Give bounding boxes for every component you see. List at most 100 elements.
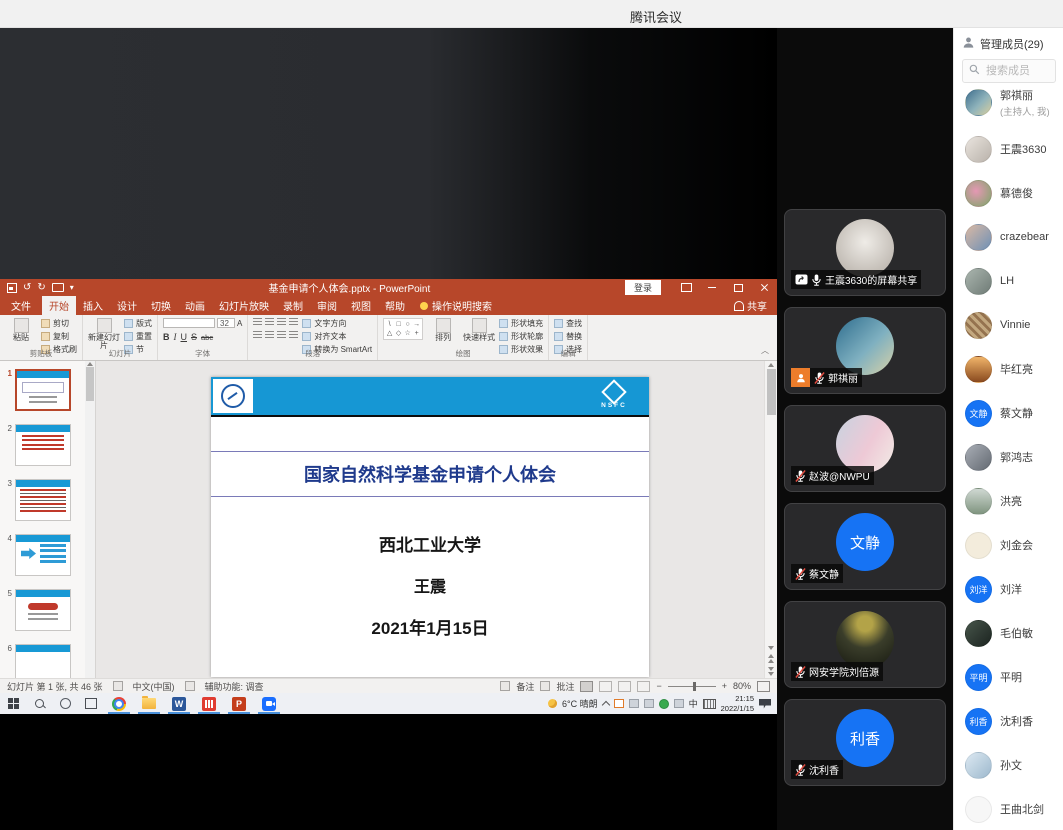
format-U-button[interactable]: U [181, 332, 188, 342]
reading-view-button[interactable] [618, 681, 631, 692]
participant-row[interactable]: 平明平明 [954, 655, 1063, 699]
slide-thumbnail-6[interactable]: 6 [2, 644, 84, 678]
ribbon-button-对齐文本[interactable]: 对齐文本 [302, 331, 372, 342]
word-icon[interactable]: W [164, 693, 194, 714]
participant-row[interactable]: 毛伯敏 [954, 611, 1063, 655]
file-explorer-icon[interactable] [134, 693, 164, 714]
participant-row[interactable]: 郭鸿志 [954, 435, 1063, 479]
weather-text[interactable]: 6°C 晴朗 [562, 697, 598, 710]
slide[interactable]: NSFC 国家自然科学基金申请个人体会 西北工业大学 王震 2021年1月15日 [211, 377, 649, 677]
task-view-button[interactable] [78, 693, 104, 714]
restore-button[interactable] [725, 279, 751, 296]
tellme-box[interactable]: 操作说明搜索 [420, 296, 492, 315]
participant-row[interactable]: 王震3630 [954, 127, 1063, 171]
minimize-button[interactable] [699, 279, 725, 296]
participant-row[interactable]: 孙文 [954, 743, 1063, 787]
list-format-icon[interactable] [265, 318, 274, 326]
ribbon-options-button[interactable] [673, 279, 699, 296]
normal-view-button[interactable] [580, 681, 593, 692]
red-app-icon[interactable] [194, 693, 224, 714]
ribbon-button-文字方向[interactable]: 文字方向 [302, 318, 372, 329]
participant-row[interactable]: 毕红亮 [954, 347, 1063, 391]
comments-toggle[interactable]: 批注 [556, 680, 574, 693]
thumbnail-scrollbar[interactable] [85, 361, 95, 678]
ribbon-button-版式[interactable]: 版式 [124, 318, 152, 329]
video-tile[interactable]: 郭祺丽 [784, 307, 946, 394]
zoom-slider-thumb[interactable] [693, 682, 696, 691]
list-format-icon[interactable] [289, 331, 298, 339]
display-tray-icon[interactable] [629, 699, 639, 708]
video-tile[interactable]: 利香沈利香 [784, 699, 946, 786]
font-size-box[interactable]: 32 [217, 318, 235, 328]
next-slide-button[interactable] [768, 667, 774, 676]
format-S-button[interactable]: S [191, 332, 197, 342]
taskbar-search-button[interactable] [26, 693, 52, 714]
slide-sorter-view-button[interactable] [599, 681, 612, 692]
keyboard-layout-icon[interactable] [703, 699, 716, 709]
video-tile[interactable]: 王震3630的屏幕共享 [784, 209, 946, 296]
tab-动画[interactable]: 动画 [178, 296, 212, 315]
zoom-out-button[interactable]: − [656, 681, 661, 691]
list-format-icon[interactable] [253, 331, 262, 339]
slide-thumbnail-2[interactable]: 2 [2, 424, 84, 466]
ribbon-button-替换[interactable]: 替换 [554, 331, 582, 342]
ribbon-button-复制[interactable]: 复制 [41, 331, 77, 342]
ppt-share-button[interactable]: 共享 [734, 296, 767, 315]
tab-切换[interactable]: 切换 [144, 296, 178, 315]
canvas-scrollbar[interactable] [764, 361, 777, 678]
participant-row[interactable]: 刘洋刘洋 [954, 567, 1063, 611]
slideshow-view-button[interactable] [637, 681, 650, 692]
ribbon-button-重置[interactable]: 重置 [124, 331, 152, 342]
tab-开始[interactable]: 开始 [42, 296, 76, 315]
ribbon-button-快速样式[interactable]: 快速样式 [463, 318, 495, 342]
participant-row[interactable]: 文静蔡文静 [954, 391, 1063, 435]
slide-thumbnail-4[interactable]: 4 [2, 534, 84, 576]
ribbon-button-查找[interactable]: 查找 [554, 318, 582, 329]
participant-row[interactable]: 洪亮 [954, 479, 1063, 523]
tab-设计[interactable]: 设计 [110, 296, 144, 315]
close-button[interactable] [751, 279, 777, 296]
slide-thumbnail-5[interactable]: 5 [2, 589, 84, 631]
participant-row[interactable]: 王曲北剑 [954, 787, 1063, 830]
taskbar-clock[interactable]: 21:15 2022/1/15 [721, 694, 754, 713]
collapse-ribbon-icon[interactable]: ︿ [753, 345, 777, 360]
ribbon-button-剪切[interactable]: 剪切 [41, 318, 77, 329]
video-tile[interactable]: 赵波@NWPU [784, 405, 946, 492]
participant-row[interactable]: crazebear [954, 215, 1063, 259]
ribbon-button-新建幻灯片[interactable]: 新建幻灯片 [88, 318, 120, 351]
notification-center-icon[interactable] [759, 699, 771, 709]
list-format-icon[interactable] [265, 331, 274, 339]
hidden-icons-chevron-icon[interactable] [601, 700, 609, 708]
previous-slide-button[interactable] [768, 654, 774, 663]
ribbon-button-排列[interactable]: 排列 [427, 318, 459, 342]
zoom-slider[interactable] [668, 686, 716, 687]
screenshot-tray-icon[interactable] [614, 699, 624, 708]
language-indicator[interactable]: 中文(中国) [133, 680, 175, 693]
shapes-gallery[interactable]: \□○→△◇☆+ [383, 318, 423, 340]
slide-thumbnail-3[interactable]: 3 [2, 479, 84, 521]
ribbon-button-形状填充[interactable]: 形状填充 [499, 318, 543, 329]
participant-row[interactable]: 郭祺丽(主持人, 我) [954, 89, 1063, 127]
grow-font-icon[interactable]: A [237, 319, 242, 328]
video-tile[interactable]: 文静蔡文静 [784, 503, 946, 590]
tab-审阅[interactable]: 审阅 [310, 296, 344, 315]
cortana-button[interactable] [52, 693, 78, 714]
signin-button[interactable]: 登录 [625, 280, 661, 295]
zoom-percent[interactable]: 80% [733, 681, 751, 691]
format-I-button[interactable]: I [174, 332, 177, 342]
participant-row[interactable]: 刘金会 [954, 523, 1063, 567]
list-format-icon[interactable] [277, 318, 286, 326]
font-name-box[interactable] [163, 318, 215, 328]
slide-editing-canvas[interactable]: NSFC 国家自然科学基金申请个人体会 西北工业大学 王震 2021年1月15日 [96, 361, 764, 678]
format-abc-button[interactable]: abc [201, 333, 213, 342]
list-format-icon[interactable] [289, 318, 298, 326]
save-icon[interactable] [7, 283, 17, 293]
tab-视图[interactable]: 视图 [344, 296, 378, 315]
security-tray-icon[interactable] [659, 699, 669, 709]
start-button[interactable] [0, 693, 26, 714]
ime-indicator[interactable]: 中 [689, 697, 698, 710]
participant-row[interactable]: LH [954, 259, 1063, 303]
ribbon-button-形状轮廓[interactable]: 形状轮廓 [499, 331, 543, 342]
volume-icon[interactable] [644, 699, 654, 708]
powerpoint-icon[interactable]: P [224, 693, 254, 714]
